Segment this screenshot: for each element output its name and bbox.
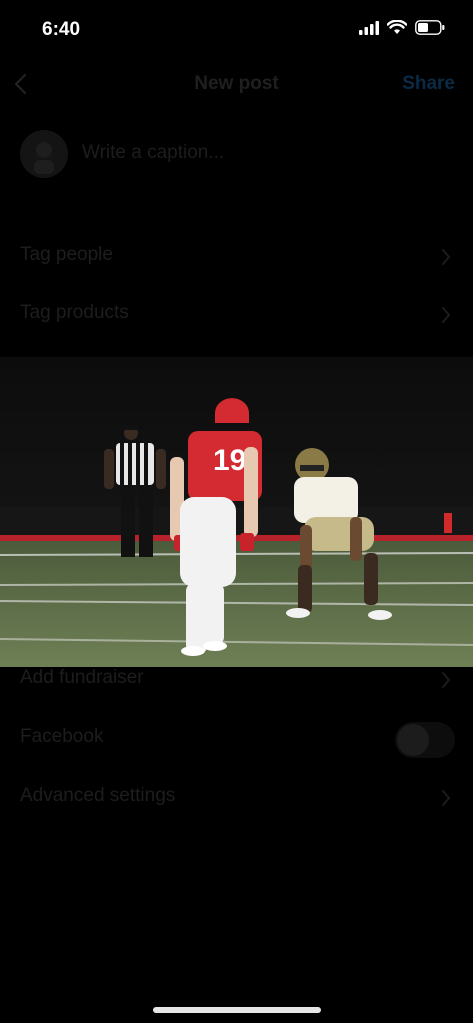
- home-indicator[interactable]: [153, 1007, 321, 1013]
- advanced-settings-label: Advanced settings: [20, 785, 176, 806]
- cellular-signal-icon: [359, 20, 379, 35]
- navigation-bar: New post Share: [0, 62, 473, 106]
- battery-icon: [415, 20, 445, 35]
- photo-preview[interactable]: 19: [0, 357, 473, 667]
- wifi-icon: [387, 20, 407, 34]
- tag-products-label: Tag products: [20, 302, 129, 323]
- caption-input[interactable]: [82, 142, 442, 164]
- tag-products-row[interactable]: Tag products: [0, 290, 473, 340]
- chevron-right-icon: [442, 307, 451, 323]
- status-time: 6:40: [42, 19, 81, 40]
- status-icons: [359, 20, 445, 35]
- tag-people-label: Tag people: [20, 244, 113, 265]
- chevron-right-icon: [442, 672, 451, 688]
- toggle-knob: [397, 724, 429, 756]
- advanced-settings-row[interactable]: Advanced settings: [0, 773, 473, 823]
- avatar: [20, 130, 68, 178]
- status-bar: 6:40: [0, 0, 473, 60]
- jersey-number: 19: [213, 444, 246, 477]
- chevron-right-icon: [442, 249, 451, 265]
- add-fundraiser-row[interactable]: Add fundraiser: [0, 655, 473, 705]
- facebook-toggle[interactable]: [395, 722, 455, 758]
- facebook-row: Facebook: [0, 714, 473, 764]
- share-button[interactable]: Share: [402, 73, 455, 95]
- caption-row: [0, 128, 473, 182]
- tag-people-row[interactable]: Tag people: [0, 232, 473, 282]
- add-fundraiser-label: Add fundraiser: [20, 667, 144, 688]
- chevron-right-icon: [442, 790, 451, 806]
- facebook-label: Facebook: [20, 726, 104, 747]
